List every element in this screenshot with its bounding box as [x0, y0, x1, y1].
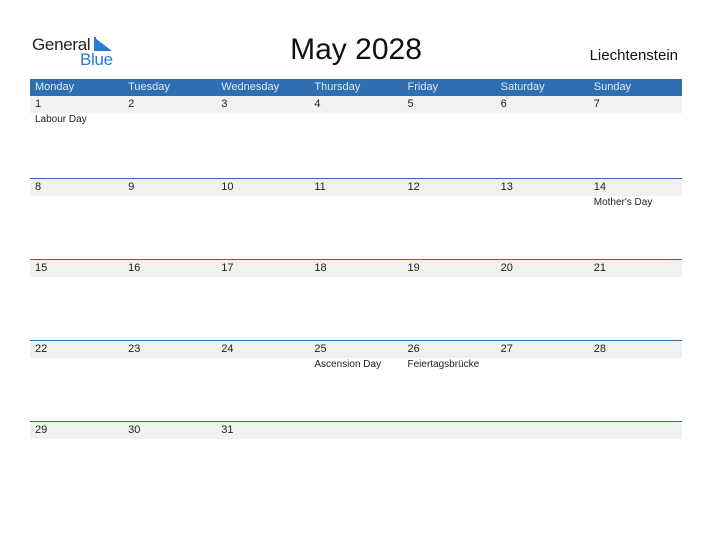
date-band: 8 9 10 11 12 13 14 — [30, 179, 682, 196]
weekday-wednesday: Wednesday — [221, 81, 280, 93]
day-number: 7 — [593, 98, 600, 110]
day-number: 25 — [314, 343, 327, 355]
week-row: 1 2 3 4 5 6 7 Labour Day — [30, 96, 682, 177]
date-band: 29 30 31 — [30, 422, 682, 439]
week-row: 29 30 31 — [30, 421, 682, 503]
event-band: Labour Day — [30, 113, 682, 127]
holiday-label — [589, 358, 682, 372]
holiday-label — [30, 196, 123, 210]
day-number: 14 — [593, 181, 606, 193]
date-band: 15 16 17 18 19 20 21 — [30, 260, 682, 277]
country-label: Liechtenstein — [589, 47, 678, 64]
day-number: 8 — [35, 181, 42, 193]
holiday-label — [589, 113, 682, 127]
holiday-label — [123, 358, 216, 372]
holiday-label: Ascension Day — [314, 359, 382, 370]
day-number: 30 — [128, 424, 141, 436]
date-band: 22 23 24 25 26 27 28 — [30, 341, 682, 358]
event-band: Ascension Day Feiertagsbrücke — [30, 358, 682, 372]
day-number: 11 — [314, 181, 326, 193]
holiday-label — [216, 196, 309, 210]
holiday-label — [123, 113, 216, 127]
day-number: 20 — [500, 262, 513, 274]
week-row: 8 9 10 11 12 13 14 Mother's Day — [30, 178, 682, 260]
holiday-label — [216, 358, 309, 372]
day-number: 16 — [128, 262, 141, 274]
day-number: 9 — [128, 181, 135, 193]
day-number: 23 — [128, 343, 141, 355]
holiday-label — [496, 358, 589, 372]
day-number — [309, 422, 402, 439]
day-number: 19 — [407, 262, 420, 274]
holiday-label — [403, 196, 496, 210]
day-number: 17 — [221, 262, 234, 274]
day-number: 26 — [407, 343, 420, 355]
weekday-header: Monday Tuesday Wednesday Thursday Friday… — [30, 79, 682, 96]
holiday-label — [496, 196, 589, 210]
holiday-label — [309, 196, 402, 210]
day-number: 6 — [500, 98, 507, 110]
day-number: 12 — [407, 181, 420, 193]
day-number: 27 — [500, 343, 513, 355]
day-number: 22 — [35, 343, 48, 355]
day-number: 1 — [35, 98, 42, 110]
weekday-monday: Monday — [35, 81, 75, 93]
day-number: 31 — [221, 424, 234, 436]
day-number — [403, 422, 496, 439]
holiday-label — [309, 113, 402, 127]
holiday-label — [496, 113, 589, 127]
weekday-tuesday: Tuesday — [128, 81, 170, 93]
holiday-label — [123, 196, 216, 210]
date-band: 1 2 3 4 5 6 7 — [30, 96, 682, 113]
event-band: Mother's Day — [30, 196, 682, 210]
weekday-friday: Friday — [407, 81, 439, 93]
day-number: 4 — [314, 98, 321, 110]
holiday-label: Mother's Day — [593, 197, 653, 208]
day-number — [589, 422, 682, 439]
day-number: 2 — [128, 98, 135, 110]
day-number: 10 — [221, 181, 234, 193]
day-number: 24 — [221, 343, 234, 355]
week-row: 15 16 17 18 19 20 21 — [30, 259, 682, 341]
holiday-label — [216, 113, 309, 127]
day-number: 28 — [593, 343, 606, 355]
day-number: 18 — [314, 262, 327, 274]
weekday-sunday: Sunday — [593, 81, 632, 93]
holiday-label — [403, 113, 496, 127]
weekday-saturday: Saturday — [500, 81, 545, 93]
holiday-label: Labour Day — [35, 114, 87, 125]
day-number: 13 — [500, 181, 513, 193]
holiday-label: Feiertagsbrücke — [407, 359, 480, 370]
day-number: 3 — [221, 98, 228, 110]
day-number: 21 — [593, 262, 606, 274]
holiday-label — [30, 358, 123, 372]
day-number: 15 — [35, 262, 48, 274]
day-number: 5 — [407, 98, 414, 110]
week-row: 22 23 24 25 26 27 28 Ascension Day Feiertagsbrüc… — [30, 340, 682, 422]
day-number: 29 — [35, 424, 48, 436]
day-number — [496, 422, 589, 439]
weekday-thursday: Thursday — [314, 81, 361, 93]
